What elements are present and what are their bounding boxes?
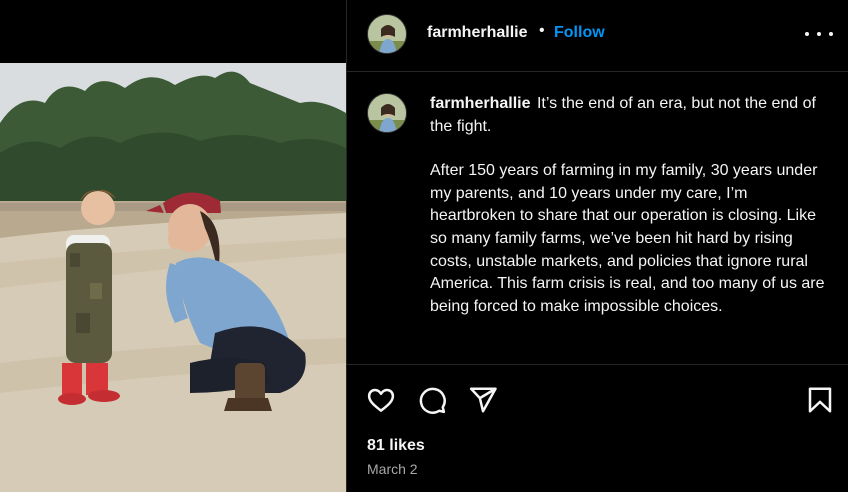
caption-body: After 150 years of farming in my family,… [430,162,825,315]
post-actions: 81 likes March 2 [347,364,848,492]
post-date[interactable]: March 2 [367,461,418,477]
follow-button[interactable]: Follow [554,24,605,42]
profile-photo [368,94,406,132]
farm-photo-illustration [0,63,346,492]
comment-icon[interactable] [417,385,447,415]
caption-area: farmherhallie It’s the end of an era, bu… [347,73,848,364]
header-username[interactable]: farmherhallie [427,24,527,42]
paper-plane-icon[interactable] [468,385,498,415]
profile-photo [368,15,406,53]
separator-dot: • [539,22,545,39]
likes-count[interactable]: 81 likes [367,437,425,455]
post-photo[interactable] [0,63,346,492]
post-header: farmherhallie • Follow [347,0,848,72]
caption-avatar[interactable] [367,93,407,133]
post-sidebar: farmherhallie • Follow farmherhallie It’… [346,0,848,492]
caption-username[interactable]: farmherhallie [430,95,530,112]
post-caption: farmherhallie It’s the end of an era, bu… [430,93,825,318]
post-media-panel [0,0,346,492]
heart-icon[interactable] [366,385,396,415]
bookmark-icon[interactable] [805,385,835,415]
more-options-icon[interactable] [805,22,833,46]
avatar[interactable] [367,14,407,54]
